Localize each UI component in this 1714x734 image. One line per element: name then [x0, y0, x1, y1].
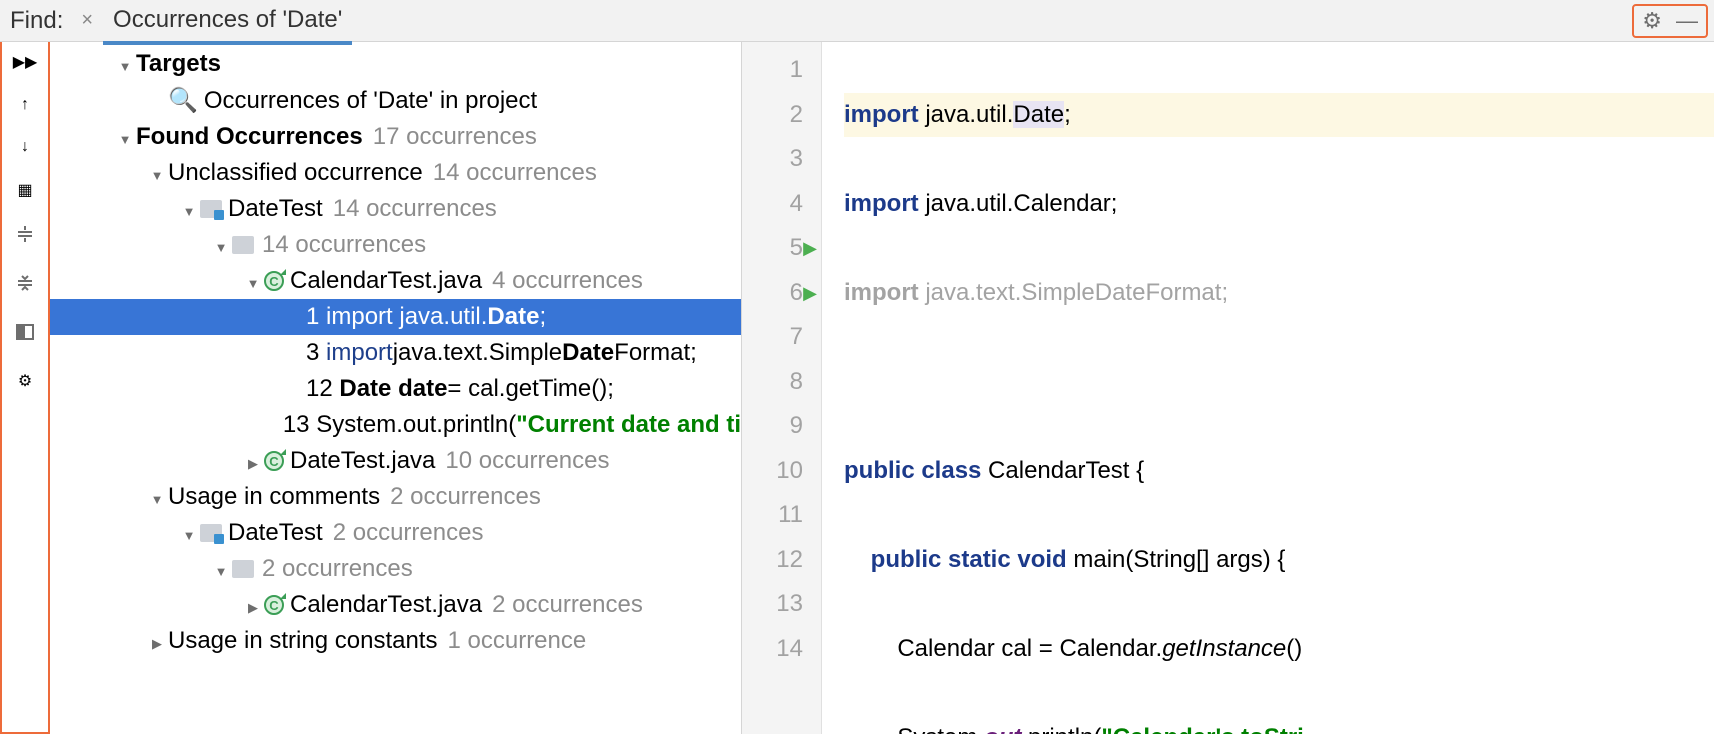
module-icon: [200, 524, 222, 542]
find-sidebar: ▶▶ ↑ ↓ ▦ ⚙: [0, 42, 50, 734]
group-by-icon[interactable]: ▦: [17, 180, 32, 200]
close-tab-icon[interactable]: ×: [71, 9, 103, 32]
find-label: Find:: [0, 7, 71, 35]
find-toolbar: Find: × Occurrences of 'Date' ⚙ —: [0, 0, 1714, 42]
collapse-all-icon[interactable]: [15, 273, 35, 298]
folder-icon: [232, 236, 254, 254]
gutter: 1 2 3 4 5▶ 6▶ 7 8 9 10 11 12 13 14: [742, 42, 822, 734]
line-number: 7: [742, 315, 803, 360]
line-number: 8: [742, 360, 803, 405]
line-number: 10: [742, 449, 803, 494]
expand-all-icon[interactable]: [15, 224, 35, 249]
code-area[interactable]: import java.util.Date; import java.util.…: [822, 42, 1714, 734]
module-icon: [200, 200, 222, 218]
rerun-icon[interactable]: ▶▶: [13, 52, 38, 72]
tree-package[interactable]: 14 occurrences: [50, 227, 741, 263]
tree-occ4[interactable]: 13 System.out.println("Current date and …: [50, 407, 741, 443]
toolbar-right: ⚙ —: [1632, 4, 1708, 38]
tree-comments[interactable]: Usage in comments2 occurrences: [50, 479, 741, 515]
code-preview: 1 2 3 4 5▶ 6▶ 7 8 9 10 11 12 13 14 impor…: [742, 42, 1714, 734]
line-number: 3: [742, 137, 803, 182]
line-number: 13: [742, 582, 803, 627]
tree-c-package[interactable]: 2 occurrences: [50, 551, 741, 587]
next-occurrence-icon[interactable]: ↓: [21, 138, 29, 156]
tree-file1[interactable]: CCalendarTest.java4 occurrences: [50, 263, 741, 299]
line-number: 5▶: [742, 226, 803, 271]
run-gutter-icon[interactable]: ▶: [803, 226, 817, 271]
line-number: 14: [742, 627, 803, 672]
usage-tree: Targets 🔍Occurrences of 'Date' in projec…: [50, 42, 742, 734]
minimize-icon[interactable]: —: [1672, 8, 1702, 34]
tree-occ1[interactable]: 1 import java.util.Date;: [50, 299, 741, 335]
preview-icon[interactable]: [15, 322, 35, 347]
tree-occ3[interactable]: 12 Date date = cal.getTime();: [50, 371, 741, 407]
class-icon: C: [264, 595, 284, 615]
tree-module[interactable]: DateTest14 occurrences: [50, 191, 741, 227]
prev-occurrence-icon[interactable]: ↑: [21, 96, 29, 114]
gear-icon[interactable]: ⚙: [1638, 8, 1666, 34]
line-number: 2: [742, 93, 803, 138]
line-number: 11: [742, 493, 803, 538]
settings-icon[interactable]: ⚙: [18, 371, 32, 391]
tree-strings[interactable]: Usage in string constants1 occurrence: [50, 623, 741, 659]
class-icon: C: [264, 271, 284, 291]
tree-found[interactable]: Found Occurrences17 occurrences: [50, 119, 741, 155]
line-number: 12: [742, 538, 803, 583]
tree-c-file[interactable]: CCalendarTest.java2 occurrences: [50, 587, 741, 623]
class-icon: C: [264, 451, 284, 471]
tree-unclassified[interactable]: Unclassified occurrence14 occurrences: [50, 155, 741, 191]
tree-occ2[interactable]: 3 import java.text.SimpleDateFormat;: [50, 335, 741, 371]
tab-occurrences[interactable]: Occurrences of 'Date': [103, 2, 352, 40]
tree-file2[interactable]: CDateTest.java10 occurrences: [50, 443, 741, 479]
tree-scope[interactable]: 🔍Occurrences of 'Date' in project: [50, 82, 741, 119]
line-number: 6▶: [742, 271, 803, 316]
folder-icon: [232, 560, 254, 578]
line-number: 9: [742, 404, 803, 449]
line-number: 4: [742, 182, 803, 227]
run-gutter-icon[interactable]: ▶: [803, 271, 817, 316]
line-number: 1: [742, 48, 803, 93]
tree-targets[interactable]: Targets: [50, 46, 741, 82]
tree-c-module[interactable]: DateTest2 occurrences: [50, 515, 741, 551]
